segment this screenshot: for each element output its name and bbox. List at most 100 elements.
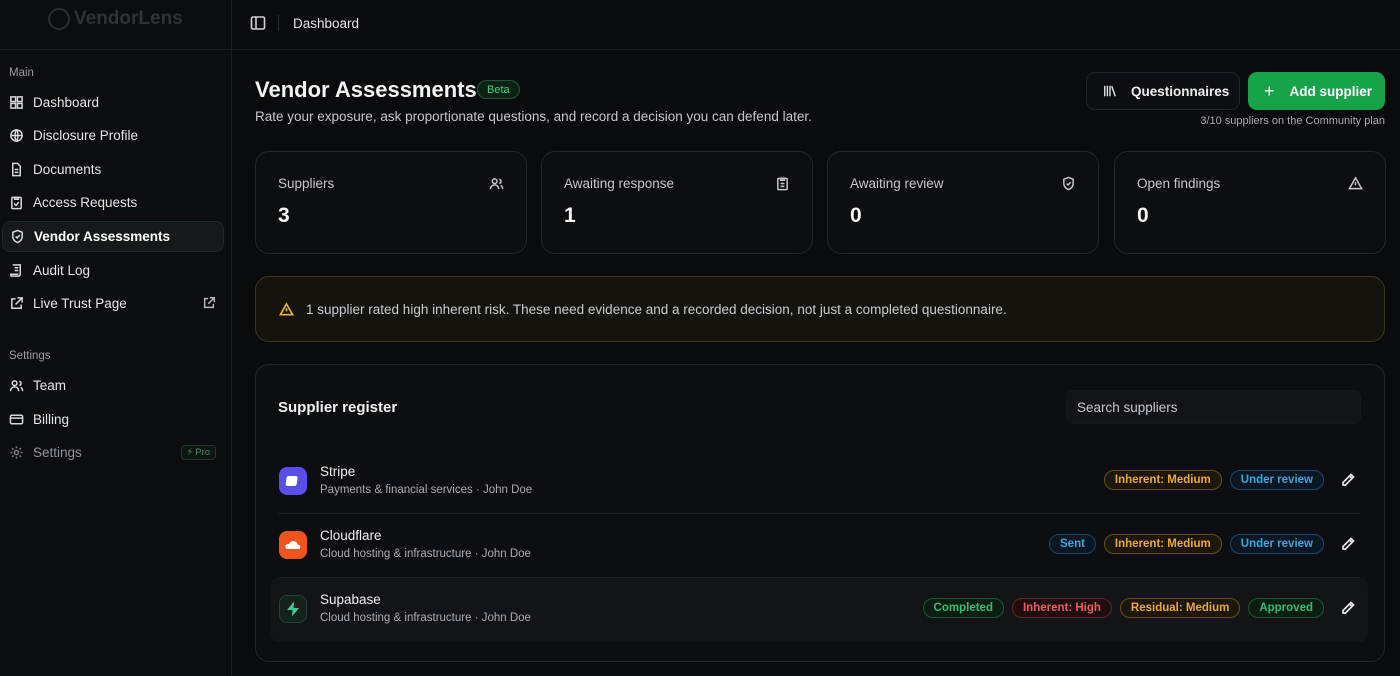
inherent-risk-badge: Inherent: Medium: [1103, 470, 1222, 490]
clipboard-check-icon: [9, 195, 24, 210]
supplier-name: Cloudflare: [320, 528, 382, 543]
gear-icon: [9, 445, 24, 460]
sidebar-item-billing[interactable]: Billing: [2, 404, 224, 435]
alert-text: 1 supplier rated high inherent risk. The…: [306, 301, 1007, 317]
stat-value: 0: [850, 204, 862, 227]
library-icon: [1104, 85, 1116, 97]
stat-label: Awaiting review: [850, 176, 944, 191]
page-subtitle: Rate your exposure, ask proportionate qu…: [255, 109, 812, 124]
questionnaire-status-badge: Sent: [1049, 534, 1096, 554]
sidebar-item-label: Audit Log: [33, 263, 91, 278]
supplier-row-stripe[interactable]: Stripe Payments & financial services · J…: [270, 450, 1368, 514]
inherent-risk-badge: Inherent: High: [1011, 598, 1112, 618]
stat-label: Open findings: [1137, 176, 1221, 191]
sidebar-item-audit-log[interactable]: Audit Log: [2, 255, 224, 286]
plan-usage-note: 3/10 suppliers on the Community plan: [1200, 115, 1385, 127]
stat-label: Awaiting response: [564, 176, 675, 191]
sidebar-item-disclosure-profile[interactable]: Disclosure Profile: [2, 120, 224, 151]
sidebar-item-settings[interactable]: Settings ⚡ Pro: [2, 437, 224, 468]
plus-icon: +: [1264, 81, 1275, 101]
sidebar-item-vendor-assessments[interactable]: Vendor Assessments: [2, 221, 224, 252]
supplier-meta: Cloud hosting & infrastructure · John Do…: [320, 548, 531, 560]
supplier-name: Supabase: [320, 592, 381, 607]
supabase-logo-icon: [279, 595, 307, 623]
beta-badge: Beta: [477, 80, 520, 99]
sidebar-item-label: Documents: [33, 162, 102, 177]
stat-value: 0: [1137, 204, 1149, 227]
sidebar-item-label: Billing: [33, 412, 70, 427]
sidebar-item-access-requests[interactable]: Access Requests: [2, 187, 224, 218]
scroll-icon: [9, 263, 24, 278]
nav-section-settings: Settings: [9, 350, 51, 362]
credit-card-icon: [9, 412, 24, 427]
grid-icon: [9, 95, 24, 110]
top-bar: Dashboard: [232, 0, 1400, 50]
status-badge: Under review: [1229, 470, 1324, 490]
sidebar-item-label: Access Requests: [33, 195, 138, 210]
users-icon: [9, 378, 24, 393]
users-icon: [489, 176, 504, 191]
pro-badge: ⚡ Pro: [180, 445, 216, 460]
supplier-row-supabase[interactable]: Supabase Cloud hosting & infrastructure …: [270, 578, 1368, 642]
edit-pencil-icon[interactable]: [1340, 472, 1356, 488]
add-supplier-button[interactable]: + Add supplier: [1248, 72, 1385, 110]
sidebar-item-label: Vendor Assessments: [34, 229, 171, 244]
sidebar-item-team[interactable]: Team: [2, 370, 224, 401]
sidebar-item-label: Settings: [33, 445, 82, 460]
supplier-row-cloudflare[interactable]: Cloudflare Cloud hosting & infrastructur…: [270, 514, 1368, 578]
topbar-divider: [278, 15, 279, 31]
add-supplier-button-label: Add supplier: [1289, 83, 1373, 99]
warning-icon: [1348, 176, 1363, 191]
supplier-name: Stripe: [320, 464, 356, 479]
cloudflare-logo-icon: [279, 531, 307, 559]
sparkle-icon: ⚡: [186, 447, 194, 458]
supplier-meta: Payments & financial services · John Doe: [320, 484, 533, 496]
status-badge: Approved: [1248, 598, 1324, 618]
search-suppliers-input[interactable]: [1066, 390, 1361, 424]
register-title: Supplier register: [278, 399, 398, 416]
residual-risk-badge: Residual: Medium: [1119, 598, 1241, 618]
main-content: Vendor Assessments Beta Rate your exposu…: [232, 50, 1400, 676]
stat-label: Suppliers: [278, 176, 335, 191]
globe-icon: [9, 128, 24, 143]
warning-icon: [279, 301, 294, 315]
sidebar-toggle-icon[interactable]: [250, 15, 266, 31]
sidebar-item-label: Disclosure Profile: [33, 128, 139, 143]
shield-icon: [10, 229, 25, 244]
open-external-icon: [202, 296, 216, 310]
stripe-logo-icon: [279, 467, 307, 495]
page-title: Vendor Assessments: [255, 77, 477, 102]
sidebar-item-dashboard[interactable]: Dashboard: [2, 87, 224, 118]
external-link-icon: [9, 296, 24, 311]
file-icon: [9, 162, 24, 177]
sidebar-item-live-trust-page[interactable]: Live Trust Page: [2, 288, 224, 319]
stat-card-open-findings: Open findings 0: [1114, 151, 1386, 254]
stat-card-awaiting-response: Awaiting response 1: [541, 151, 813, 254]
edit-pencil-icon[interactable]: [1340, 536, 1356, 552]
status-badge: Under review: [1229, 534, 1324, 554]
nav-section-main: Main: [9, 67, 34, 79]
sidebar-item-documents[interactable]: Documents: [2, 154, 224, 185]
sidebar-item-label: Team: [33, 378, 67, 393]
questionnaire-status-badge: Completed: [922, 598, 1004, 618]
questionnaires-button-label: Questionnaires: [1131, 83, 1230, 99]
high-risk-alert: 1 supplier rated high inherent risk. The…: [255, 276, 1385, 342]
shield-check-icon: [1061, 176, 1076, 191]
inherent-risk-badge: Inherent: Medium: [1103, 534, 1222, 554]
sidebar-header-divider: [0, 49, 232, 50]
stat-value: 1: [564, 204, 576, 227]
stat-card-awaiting-review: Awaiting review 0: [827, 151, 1099, 254]
stat-value: 3: [278, 204, 290, 227]
edit-pencil-icon[interactable]: [1340, 600, 1356, 616]
sidebar: VendorLens Main Dashboard Disclosure Pro…: [0, 0, 232, 676]
supplier-register: Supplier register Stripe Payments & fina…: [255, 364, 1385, 662]
app-name: VendorLens: [74, 8, 183, 29]
clipboard-icon: [775, 176, 790, 191]
pro-badge-label: Pro: [195, 447, 210, 458]
sidebar-item-label: Dashboard: [33, 95, 100, 110]
questionnaires-button[interactable]: Questionnaires: [1086, 72, 1240, 110]
stat-card-suppliers: Suppliers 3: [255, 151, 527, 254]
breadcrumb[interactable]: Dashboard: [293, 16, 359, 31]
vendorlens-logo-icon: [48, 8, 70, 30]
sidebar-item-label: Live Trust Page: [33, 296, 127, 311]
